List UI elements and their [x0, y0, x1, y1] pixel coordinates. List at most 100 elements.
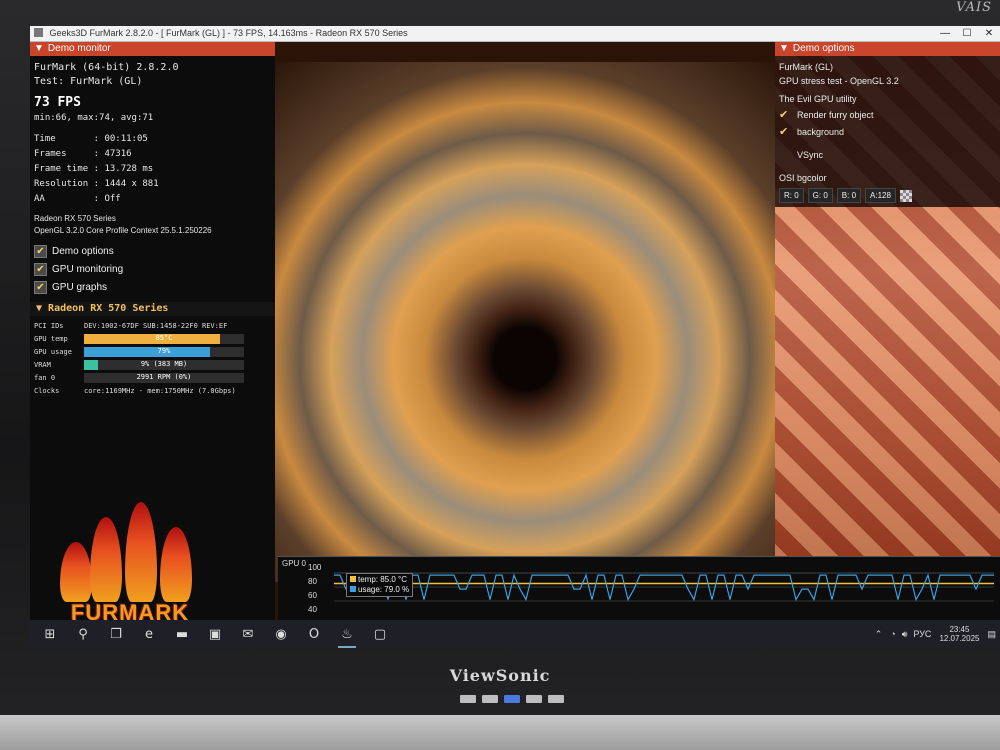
render-area: ▼ Demo monitor FurMark (64-bit) 2.8.2.0 T… — [30, 42, 1000, 625]
gpu-section-header[interactable]: ▼ Radeon RX 570 Series — [30, 302, 275, 316]
graph-axis-100: 100 — [308, 563, 322, 572]
file-explorer-icon[interactable]: ▬ — [169, 623, 195, 645]
check-icon: ✔ — [34, 244, 47, 258]
demo-monitor-header[interactable]: ▼ Demo monitor — [30, 42, 275, 56]
demo-options-label: Demo options — [52, 245, 114, 257]
app-version: FurMark (64-bit) 2.8.2.0 — [34, 62, 179, 73]
graph-axis-60: 60 — [308, 591, 317, 600]
volume-icon[interactable]: 🔊︎ — [902, 629, 908, 640]
tray-chevron-icon[interactable]: ⌃ — [875, 629, 883, 640]
graph-plot — [334, 572, 994, 602]
window-titlebar: Geeks3D FurMark 2.8.2.0 - [ FurMark (GL)… — [30, 26, 1000, 42]
stat-aa: AA : Off — [34, 194, 121, 204]
demo-options-title: Demo options — [792, 43, 855, 54]
stat-resolution: Resolution : 1444 x 881 — [34, 179, 159, 189]
graph-axis-40: 40 — [308, 605, 317, 614]
stats-list: Time : 00:11:05 Frames : 47316 Frame tim… — [34, 132, 271, 207]
task-view-icon[interactable]: ❐ — [103, 623, 129, 645]
background-checkbox[interactable]: ✔ background — [779, 123, 996, 140]
pci-value: DEV:1002-67DF SUB:1458-22F0 REV:EF — [84, 321, 228, 330]
chrome-icon[interactable]: ◉ — [268, 623, 294, 645]
monitor-button[interactable] — [548, 695, 564, 703]
maximize-button[interactable]: ☐ — [956, 26, 978, 41]
minimize-button[interactable]: — — [934, 26, 956, 41]
system-tray: ⌃ ◔ 🔊︎ РУС 23:45 12.07.2025 ▤ — [875, 620, 1000, 648]
furmark-icon[interactable]: ♨ — [334, 623, 360, 648]
sensor-row: fan 0 2991 RPM (0%) — [34, 371, 271, 384]
pci-row: PCI IDs DEV:1002-67DF SUB:1458-22F0 REV:E… — [34, 319, 271, 332]
flame-icon — [125, 502, 157, 602]
close-button[interactable]: ✕ — [978, 26, 1000, 41]
gpu-monitoring-label: GPU monitoring — [52, 263, 124, 275]
option-line-desc: GPU stress test - OpenGL 3.2 — [779, 76, 899, 86]
window-title: Geeks3D FurMark 2.8.2.0 - [ FurMark (GL)… — [49, 28, 408, 38]
alpha-swatch-icon[interactable] — [899, 189, 912, 202]
test-name: Test: FurMark (GL) — [34, 76, 143, 87]
check-icon: ✔ — [779, 126, 789, 138]
sensor-label: VRAM — [34, 360, 51, 369]
monitor-button[interactable] — [526, 695, 542, 703]
vsync-label: VSync — [797, 149, 824, 160]
green-field[interactable]: G: 0 — [807, 188, 833, 203]
render-furry-object-checkbox[interactable]: ✔ Render furry object — [779, 106, 996, 123]
taskbar: ⊞ ⚲ ❐ e ▬ ▣ ✉ ◉ O ♨ ▢ ⌃ ◔ 🔊︎ РУС 23:45 12.07.2025 … — [30, 620, 1000, 648]
sensor-row: VRAM 9% (383 MB) — [34, 358, 271, 371]
collapse-triangle-icon: ▼ — [36, 303, 49, 314]
search-icon[interactable]: ⚲ — [70, 623, 96, 645]
clocks-value: core:1169MHz - mem:1750MHz (7.0Gbps) — [84, 386, 236, 395]
sensor-row: GPU usage 79% — [34, 345, 271, 358]
clocks-row: Clocks core:1169MHz - mem:1750MHz (7.0Gbp… — [34, 384, 271, 397]
screen: Geeks3D FurMark 2.8.2.0 - [ FurMark (GL)… — [30, 26, 1000, 648]
opera-icon[interactable]: O — [301, 623, 327, 645]
furry-donut-render — [275, 62, 775, 582]
usage-swatch — [350, 586, 356, 592]
network-icon[interactable]: ◔ — [890, 629, 895, 639]
alpha-field[interactable]: A:128 — [865, 188, 896, 203]
blue-field[interactable]: B: 0 — [836, 188, 862, 203]
sensor-rows: GPU temp 85°C GPU usage 79% VRAM 9% (383 MB) f… — [34, 332, 271, 384]
demo-monitor-title: Demo monitor — [47, 43, 111, 54]
clock[interactable]: 23:45 12.07.2025 — [939, 625, 979, 643]
gpu-graphs-checkbox[interactable]: ✔ GPU graphs — [34, 278, 271, 296]
top-brand-label: VAIS — [956, 0, 992, 15]
language-indicator[interactable]: РУС — [913, 629, 931, 639]
app-window-icon[interactable]: ▢ — [367, 623, 393, 645]
sensor-value: 85°C — [155, 333, 173, 342]
flame-icon — [160, 527, 192, 602]
edge-icon[interactable]: e — [136, 623, 162, 645]
sensor-row: GPU temp 85°C — [34, 332, 271, 345]
monitor-buttons — [460, 695, 564, 703]
monitor-button[interactable] — [460, 695, 476, 703]
furmark-logo: FURMARK — [50, 472, 210, 632]
fps-minmax: min:66, max:74, avg:71 — [34, 113, 154, 123]
stat-time: Time : 00:11:05 — [34, 134, 148, 144]
clocks-label: Clocks — [34, 386, 60, 395]
flame-icon — [90, 517, 122, 602]
flame-icon — [60, 542, 92, 602]
gpu-section-title: Radeon RX 570 Series — [48, 303, 169, 314]
mail-icon[interactable]: ✉ — [235, 623, 261, 645]
check-icon: ✔ — [779, 109, 789, 121]
demo-options-checkbox[interactable]: ✔ Demo options — [34, 242, 271, 260]
bgcolor-fields: R: 0 G: 0 B: 0 A:128 — [779, 188, 996, 203]
vsync-checkbox[interactable]: VSync — [779, 146, 996, 163]
gpu-monitoring-checkbox[interactable]: ✔ GPU monitoring — [34, 260, 271, 278]
windows-start-icon[interactable]: ⊞ — [37, 623, 63, 645]
red-field[interactable]: R: 0 — [779, 188, 804, 203]
background-label: background — [797, 126, 845, 137]
stat-frame-time: Frame time : 13.728 ms — [34, 164, 154, 174]
store-icon[interactable]: ▣ — [202, 623, 228, 645]
sensor-bar: 2991 RPM (0%) — [84, 372, 244, 383]
power-button[interactable] — [504, 695, 520, 703]
monitor-stand-base — [0, 715, 1000, 750]
demo-options-body: FurMark (GL) GPU stress test - OpenGL 3.… — [775, 56, 1000, 207]
sensor-bar: 85°C — [84, 333, 244, 344]
pci-label: PCI IDs — [34, 321, 64, 330]
collapse-triangle-icon: ▼ — [34, 43, 44, 54]
demo-options-header[interactable]: ▼ Demo options — [775, 42, 1000, 56]
sensor-label: fan 0 — [34, 373, 56, 382]
monitor-button[interactable] — [482, 695, 498, 703]
notifications-icon[interactable]: ▤ — [987, 629, 996, 640]
taskbar-apps: ⊞ ⚲ ❐ e ▬ ▣ ✉ ◉ O ♨ ▢ — [30, 623, 393, 648]
render-furry-object-label: Render furry object — [797, 109, 874, 120]
